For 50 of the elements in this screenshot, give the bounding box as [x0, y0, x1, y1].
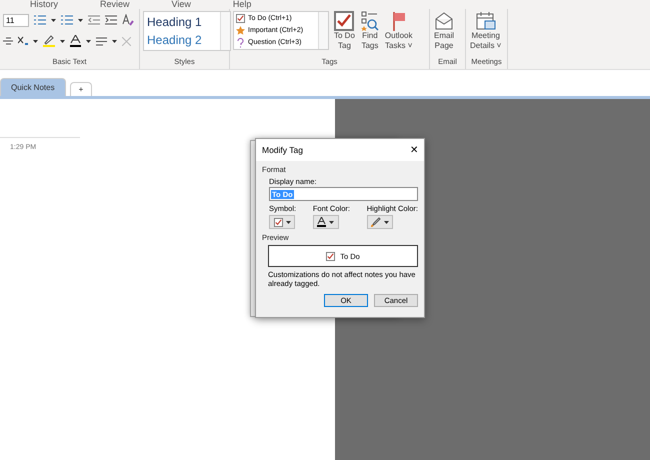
star-icon [236, 26, 245, 35]
highlighter-icon [370, 217, 381, 227]
numbered-list-icon[interactable] [61, 15, 73, 25]
caret-icon [33, 40, 38, 42]
highlighter-icon[interactable] [43, 35, 55, 47]
find-tags-icon [360, 11, 379, 31]
caret-icon [51, 18, 56, 22]
ribbon-button[interactable]: Outlook Tasks ˅ [384, 11, 414, 51]
font-color-icon [317, 217, 326, 227]
ribbon-button[interactable]: To Do Tag [333, 11, 356, 51]
envelope-icon [435, 11, 453, 31]
outdent-icon[interactable] [88, 15, 100, 25]
menu-tab[interactable]: View [172, 0, 191, 9]
checkbox-icon [334, 11, 354, 31]
caret-icon [112, 40, 117, 42]
strikethrough-icon[interactable] [3, 36, 13, 46]
dialog-title: Modify Tag [262, 145, 303, 155]
email-page-button[interactable]: Email Page [433, 11, 456, 51]
caret-icon [384, 220, 389, 224]
styles-gallery[interactable]: Heading 1 Heading 2 [143, 11, 231, 51]
menu-tab[interactable]: Review [100, 0, 130, 9]
checkbox-icon [236, 14, 245, 23]
text-style-icon[interactable] [122, 14, 134, 26]
picker-button[interactable] [312, 215, 339, 229]
caret-icon [78, 18, 83, 22]
caret-icon [329, 220, 334, 224]
caret-icon [60, 40, 65, 42]
meeting-details-button[interactable]: Meeting Details ˅ [469, 11, 502, 51]
ribbon-button[interactable]: Find Tags [360, 11, 380, 51]
section-tab[interactable]: + [70, 82, 92, 96]
checkbox-icon [326, 252, 336, 260]
caret-icon [286, 220, 290, 224]
style-item[interactable]: Heading 2 [147, 31, 217, 49]
caret-icon [86, 40, 91, 42]
bullet-list-icon[interactable] [34, 15, 46, 25]
font-color-icon[interactable] [70, 35, 81, 47]
indent-icon[interactable] [105, 15, 117, 25]
subscript-icon[interactable] [18, 36, 28, 46]
menu-tab[interactable]: Help [232, 0, 252, 9]
picker-button[interactable] [366, 215, 393, 229]
checkbox-icon [274, 218, 282, 226]
question-mark-icon [236, 38, 245, 48]
align-icon[interactable] [96, 36, 107, 46]
font-size-field[interactable]: 11 [3, 14, 29, 26]
section-tab[interactable]: Quick Notes [0, 78, 66, 96]
calendar-icon [476, 11, 496, 31]
menu-tab[interactable]: History [30, 0, 58, 9]
style-item[interactable]: Heading 1 [147, 13, 217, 31]
close-button[interactable]: ✕ [410, 144, 418, 156]
flag-icon [390, 11, 407, 31]
